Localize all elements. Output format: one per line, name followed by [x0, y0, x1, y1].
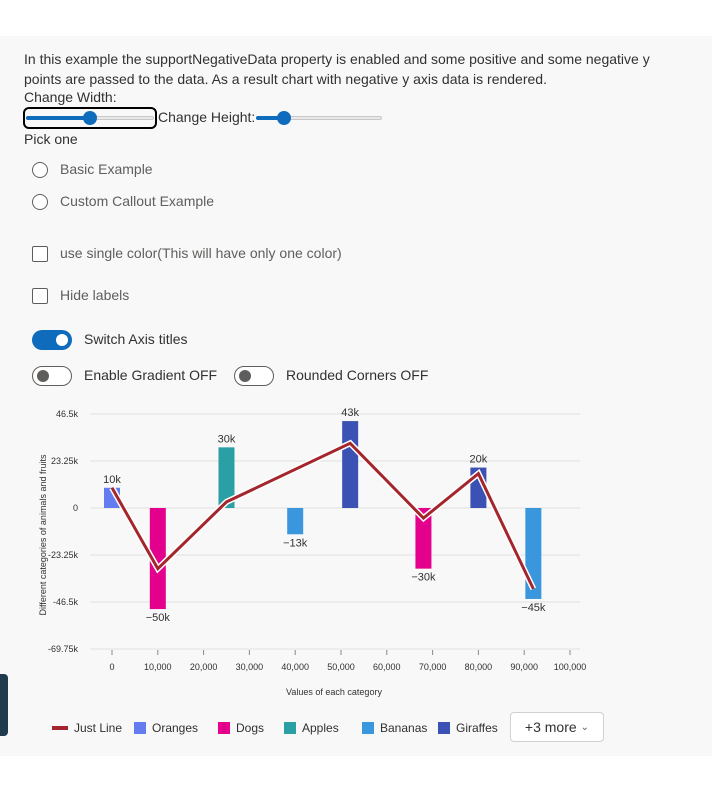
y-tick-label: -46.5k — [53, 597, 79, 607]
legend-swatch — [284, 722, 296, 734]
legend-label: Apples — [302, 721, 339, 735]
x-tick-label: 10,000 — [144, 662, 172, 672]
radio-basic-example-label[interactable]: Basic Example — [60, 161, 153, 177]
y-tick-label: -69.75k — [48, 644, 79, 654]
legend-label: Dogs — [236, 721, 265, 735]
height-slider[interactable] — [256, 110, 382, 126]
x-tick-label: 30,000 — [236, 662, 264, 672]
bar-data-label: 20k — [470, 454, 488, 466]
legend-more-button[interactable]: +3 more ⌄ — [510, 712, 604, 742]
hide-labels-checkbox[interactable] — [32, 288, 48, 304]
radio-basic-example[interactable] — [32, 162, 48, 178]
gradient-toggle[interactable] — [32, 366, 72, 386]
hide-labels-label[interactable]: Hide labels — [60, 287, 129, 303]
bar-data-label: 43k — [341, 407, 359, 419]
legend-swatch — [438, 722, 450, 734]
radio-custom-callout-label[interactable]: Custom Callout Example — [60, 193, 214, 209]
x-tick-label: 50,000 — [327, 662, 355, 672]
bar-chart: 46.5k 23.25k 0 -23.25k -46.5k -69.75k 0 10,000 2… — [38, 407, 587, 697]
bar-data-label: −45k — [521, 602, 546, 614]
rounded-corners-label: Rounded Corners OFF — [286, 367, 429, 383]
gradient-label: Enable Gradient OFF — [84, 367, 218, 383]
bar — [342, 421, 359, 508]
description-text: In this example the supportNegativeData … — [24, 51, 650, 87]
legend-item[interactable]: Giraffes — [438, 712, 498, 744]
bar-data-label: −13k — [283, 537, 308, 549]
bar-data-label: −50k — [146, 612, 171, 624]
x-tick-label: 90,000 — [510, 662, 538, 672]
legend-item[interactable]: Oranges — [134, 712, 198, 744]
legend-more-label: +3 more — [524, 719, 577, 735]
legend-item[interactable]: Bananas — [362, 712, 427, 744]
x-tick-label: 60,000 — [373, 662, 401, 672]
change-height-label: Change Height: — [158, 109, 256, 125]
toggle-knob — [37, 370, 49, 382]
x-tick-label: 80,000 — [465, 662, 493, 672]
x-tick-label: 40,000 — [281, 662, 309, 672]
bar — [287, 508, 304, 535]
x-axis-title: Values of each category — [286, 687, 382, 697]
single-color-label[interactable]: use single color(This will have only one… — [60, 245, 342, 261]
legend-swatch — [52, 726, 68, 730]
y-axis-title: Different categories of animals and frui… — [38, 454, 48, 615]
legend-label: Bananas — [380, 721, 428, 735]
radio-custom-callout[interactable] — [32, 194, 48, 210]
x-tick-label: 100,000 — [554, 662, 587, 672]
x-tick-label: 0 — [109, 662, 114, 672]
legend-swatch — [362, 722, 374, 734]
height-slider-thumb[interactable] — [276, 111, 291, 125]
axis-titles-label: Switch Axis titles — [84, 331, 188, 347]
axis-titles-toggle[interactable] — [32, 330, 72, 350]
legend-label: Giraffes — [456, 721, 498, 735]
y-tick-label: 23.25k — [51, 456, 79, 466]
toggle-knob — [239, 370, 251, 382]
bar-data-label: 30k — [218, 433, 236, 445]
width-slider[interactable] — [23, 107, 157, 129]
legend-swatch — [134, 722, 146, 734]
x-tick-label: 20,000 — [190, 662, 218, 672]
chevron-down-icon: ⌄ — [580, 721, 590, 733]
change-width-label: Change Width: — [24, 89, 117, 105]
side-panel-tab[interactable] — [0, 674, 8, 736]
y-tick-label: 0 — [73, 503, 78, 513]
legend-item[interactable]: Apples — [284, 712, 339, 744]
y-tick-label: -23.25k — [48, 550, 79, 560]
y-tick-label: 46.5k — [56, 409, 79, 419]
single-color-checkbox[interactable] — [32, 246, 48, 262]
legend-item[interactable]: Dogs — [218, 712, 264, 744]
width-slider-fill — [26, 116, 90, 120]
x-tick-label: 70,000 — [419, 662, 447, 672]
toggle-knob — [56, 334, 68, 346]
legend-label: Just Line — [74, 721, 123, 735]
legend-swatch — [218, 722, 230, 734]
legend-label: Oranges — [152, 721, 199, 735]
pick-one-label: Pick one — [24, 131, 78, 147]
legend-item[interactable]: Just Line — [52, 712, 122, 744]
width-slider-thumb[interactable] — [83, 111, 97, 125]
bar-data-label: −30k — [411, 572, 436, 584]
bar-data-label: 10k — [103, 474, 121, 486]
rounded-corners-toggle[interactable] — [234, 366, 274, 386]
